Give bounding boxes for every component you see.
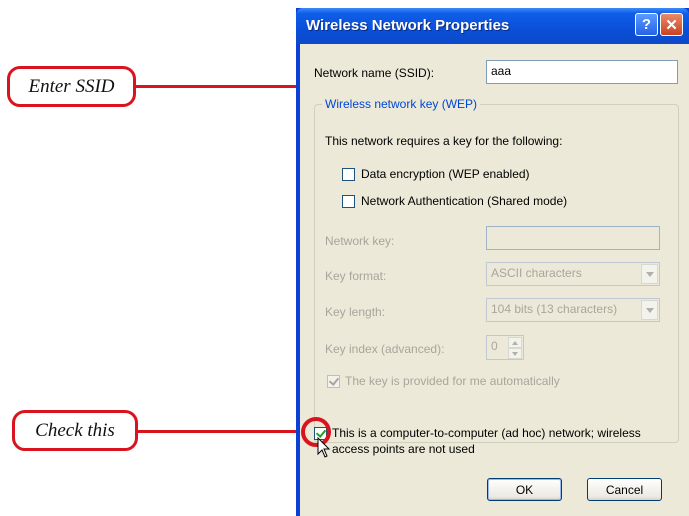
auto-key-checkbox[interactable] <box>327 375 340 388</box>
arrow-up-icon <box>512 340 518 345</box>
help-icon: ? <box>641 16 652 33</box>
key-length-dropdown-arrow[interactable] <box>641 300 658 320</box>
wireless-network-properties-dialog: Wireless Network Properties ? ✕ Network … <box>296 8 689 516</box>
ok-button[interactable]: OK <box>487 478 562 501</box>
key-format-value: ASCII characters <box>491 266 582 280</box>
chevron-down-icon <box>645 307 654 313</box>
requires-key-text: This network requires a key for the foll… <box>325 134 563 148</box>
dialog-client-area: Network name (SSID): aaa Wireless networ… <box>300 44 689 516</box>
dialog-title: Wireless Network Properties <box>306 17 510 34</box>
cancel-button-label: Cancel <box>605 482 644 497</box>
network-key-input[interactable] <box>486 226 660 250</box>
key-format-dropdown-arrow[interactable] <box>641 264 658 284</box>
callout-check-this-text: Check this <box>35 419 115 441</box>
callout-enter-ssid: Enter SSID <box>7 66 136 107</box>
ssid-input-value: aaa <box>491 64 512 78</box>
ssid-label: Network name (SSID): <box>314 66 435 80</box>
adhoc-label-line2: access points are not used <box>332 442 475 456</box>
title-bar: Wireless Network Properties ? ✕ <box>296 8 689 44</box>
ssid-input[interactable]: aaa <box>486 60 678 84</box>
key-format-label: Key format: <box>325 269 387 283</box>
close-icon: ✕ <box>665 16 678 34</box>
key-index-spinner[interactable]: 0 <box>486 335 524 360</box>
network-key-label: Network key: <box>325 234 395 248</box>
ok-button-label: OK <box>515 482 534 497</box>
wep-group-caption: Wireless network key (WEP) <box>322 97 481 111</box>
key-index-label: Key index (advanced): <box>325 342 445 356</box>
network-auth-label: Network Authentication (Shared mode) <box>361 194 568 208</box>
key-length-value: 104 bits (13 characters) <box>491 302 618 316</box>
key-index-down-button[interactable] <box>508 348 522 359</box>
key-format-select[interactable]: ASCII characters <box>486 262 660 286</box>
key-length-select[interactable]: 104 bits (13 characters) <box>486 298 660 322</box>
callout-enter-ssid-text: Enter SSID <box>28 75 115 97</box>
data-encryption-label: Data encryption (WEP enabled) <box>361 167 530 181</box>
adhoc-label-line1: This is a computer-to-computer (ad hoc) … <box>332 426 641 440</box>
arrow-down-icon <box>512 351 518 356</box>
help-button[interactable]: ? <box>635 13 658 36</box>
auto-key-label: The key is provided for me automatically <box>345 374 560 388</box>
cancel-button[interactable]: Cancel <box>587 478 662 501</box>
chevron-down-icon <box>645 271 654 277</box>
key-length-label: Key length: <box>325 305 386 319</box>
callout-check-this: Check this <box>12 410 138 451</box>
close-button[interactable]: ✕ <box>660 13 683 36</box>
data-encryption-checkbox[interactable] <box>342 168 355 181</box>
network-auth-checkbox[interactable] <box>342 195 355 208</box>
mouse-cursor-icon <box>317 437 331 458</box>
key-index-up-button[interactable] <box>508 337 522 348</box>
callout-check-line <box>138 430 304 433</box>
key-index-value: 0 <box>491 339 498 353</box>
